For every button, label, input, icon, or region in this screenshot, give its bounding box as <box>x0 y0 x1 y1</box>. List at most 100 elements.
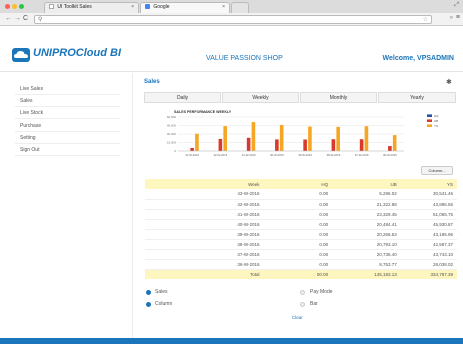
table-total-label: Total <box>194 269 264 279</box>
tab-daily[interactable]: Daily <box>144 92 221 103</box>
table-cell-ub: 20,266.63 <box>332 229 401 240</box>
footer-bar <box>0 338 463 344</box>
address-bar[interactable]: ⚲ ☆ <box>34 15 432 24</box>
sidebar-item-purchase[interactable]: Purchase <box>20 123 41 129</box>
extensions-icon[interactable]: » <box>450 15 453 21</box>
table-row: 43-W-2016 0.00 5,296.02 30,541.46 <box>145 189 457 200</box>
close-tab-icon[interactable]: × <box>222 4 225 10</box>
table-header-ys[interactable]: YS <box>400 179 457 189</box>
table-total-ub: 145,183.13 <box>332 269 401 279</box>
app-logo-text: UNIPROCloud BI <box>33 47 121 59</box>
browser-toolbar: ← → C ⚲ ☆ » ≡ <box>0 13 463 26</box>
table-header-hq[interactable]: HQ <box>263 179 333 189</box>
chart-xtick-label: 31-W-2016 <box>185 153 199 157</box>
sidebar-item-setting[interactable]: Setting <box>20 135 36 141</box>
sidebar-item-sign-out[interactable]: Sign Out <box>20 147 39 153</box>
table-body: 43-W-2016 0.00 5,296.02 30,541.46 42-W-2016 0… <box>145 189 457 279</box>
table-header-row: Week HQ UB YS <box>145 179 457 189</box>
table-cell-week: 37-W-2016 <box>194 249 264 260</box>
chart-legend-swatch <box>427 124 432 127</box>
chart-bar <box>308 126 312 151</box>
chart-bar <box>195 133 199 151</box>
table-row: 41-W-2016 0.00 23,329.45 51,065.75 <box>145 209 457 220</box>
new-tab-button[interactable] <box>231 2 249 13</box>
table-header-week[interactable]: Week <box>194 179 264 189</box>
chart-xtick-label: 37-W-2016 <box>355 153 369 157</box>
google-favicon-icon <box>145 4 150 10</box>
chart-bar <box>303 139 307 151</box>
tab-yearly[interactable]: Yearly <box>378 92 456 103</box>
option-pay-mode[interactable]: Pay Mode <box>310 289 333 295</box>
table-cell-spacer <box>145 259 195 270</box>
table-cell-hq: 0.00 <box>263 199 333 210</box>
zoom-window-icon[interactable] <box>19 4 24 9</box>
sidebar-divider <box>15 118 120 119</box>
browser-menu-icon[interactable]: ≡ <box>456 14 460 21</box>
bookmark-star-icon[interactable]: ☆ <box>423 16 428 23</box>
chart-bar <box>392 135 397 151</box>
close-tab-icon[interactable]: × <box>131 4 134 10</box>
chart-legend-swatch <box>427 114 432 117</box>
close-window-icon[interactable] <box>5 4 10 9</box>
welcome-user[interactable]: Welcome, VPSADMIN <box>383 55 454 62</box>
tab-label: Google <box>153 4 170 10</box>
table-cell-ub: 20,484.41 <box>332 219 401 230</box>
minimize-window-icon[interactable] <box>12 4 17 9</box>
browser-tab-google[interactable]: Google × <box>140 2 230 13</box>
settings-gear-icon[interactable]: ✱ <box>446 78 452 86</box>
option-sales[interactable]: Sales <box>155 289 168 295</box>
table-cell-week: 36-W-2016 <box>194 259 264 270</box>
browser-tab-ui-toolkit[interactable]: UI Toolkit Sales × <box>44 2 139 13</box>
forward-arrow-icon[interactable]: → <box>14 15 21 23</box>
table-cell-hq: 0.00 <box>263 249 333 260</box>
period-tabs: Daily Weekly Monthly Yearly <box>144 92 456 103</box>
table-cell-spacer <box>145 199 195 210</box>
table-cell-hq: 0.00 <box>263 229 333 240</box>
bar-radio-icon[interactable] <box>300 302 305 307</box>
sidebar-item-live-stock[interactable]: Live Stock <box>20 110 43 116</box>
chart-bar <box>388 146 392 151</box>
page-title: Sales <box>144 79 160 85</box>
chart-xtick-label: 38-W-2016 <box>326 153 340 157</box>
table-cell-ys: 28,038.02 <box>400 259 457 270</box>
reload-icon[interactable]: C <box>23 15 28 23</box>
table-header-ub[interactable]: UB <box>332 179 401 189</box>
table-total-hq: 00.00 <box>263 269 333 279</box>
chart-xtick-label: 32-W-2016 <box>213 153 227 157</box>
table-cell-ub: 20,793.10 <box>332 239 401 250</box>
chart-xtick-label: 39-W-2016 <box>298 153 312 157</box>
table-cell-spacer <box>145 249 195 260</box>
table-cell-hq: 0.00 <box>263 189 333 200</box>
table-row: 39-W-2016 0.00 20,266.63 43,185.96 <box>145 229 457 240</box>
table-cell-ys: 43,743.10 <box>400 249 457 260</box>
cloud-logo-icon <box>12 48 30 62</box>
chart-legend-label: UB <box>434 119 438 123</box>
option-column[interactable]: Column <box>155 301 172 307</box>
chart-title: SALES PERFORMANCE WEEKLY <box>174 110 232 114</box>
resize-window-icon[interactable]: ⤢ <box>454 2 459 9</box>
sidebar-divider <box>15 131 120 132</box>
columns-button[interactable]: Column... <box>421 166 453 175</box>
chart-bar <box>336 126 340 151</box>
sales-radio-icon[interactable] <box>146 290 151 295</box>
table-cell-week: 43-W-2016 <box>194 189 264 200</box>
table-row: 36-W-2016 0.00 8,753.77 28,038.02 <box>145 259 457 270</box>
pay-mode-radio-icon[interactable] <box>300 290 305 295</box>
chart-ytick-label: 15,000 <box>167 141 177 145</box>
tab-weekly[interactable]: Weekly <box>222 92 299 103</box>
sidebar-item-live-sales[interactable]: Live Sales <box>20 86 43 92</box>
chart-bar <box>279 124 284 151</box>
chart-ytick-label: 0 <box>174 149 176 153</box>
tab-monthly[interactable]: Monthly <box>300 92 377 103</box>
table-row: 40-W-2016 0.00 20,484.41 45,930.87 <box>145 219 457 230</box>
column-radio-icon[interactable] <box>146 302 151 307</box>
back-arrow-icon[interactable]: ← <box>5 15 12 23</box>
clear-link[interactable]: Clear <box>292 315 303 320</box>
chart-legend-label: YS <box>434 124 438 128</box>
option-bar[interactable]: Bar <box>310 301 318 307</box>
sidebar-divider <box>15 155 120 156</box>
table-cell-spacer <box>145 209 195 220</box>
sidebar-item-sales[interactable]: Sales <box>20 98 33 104</box>
chart-bar <box>223 126 227 151</box>
chart-bar <box>251 122 256 151</box>
